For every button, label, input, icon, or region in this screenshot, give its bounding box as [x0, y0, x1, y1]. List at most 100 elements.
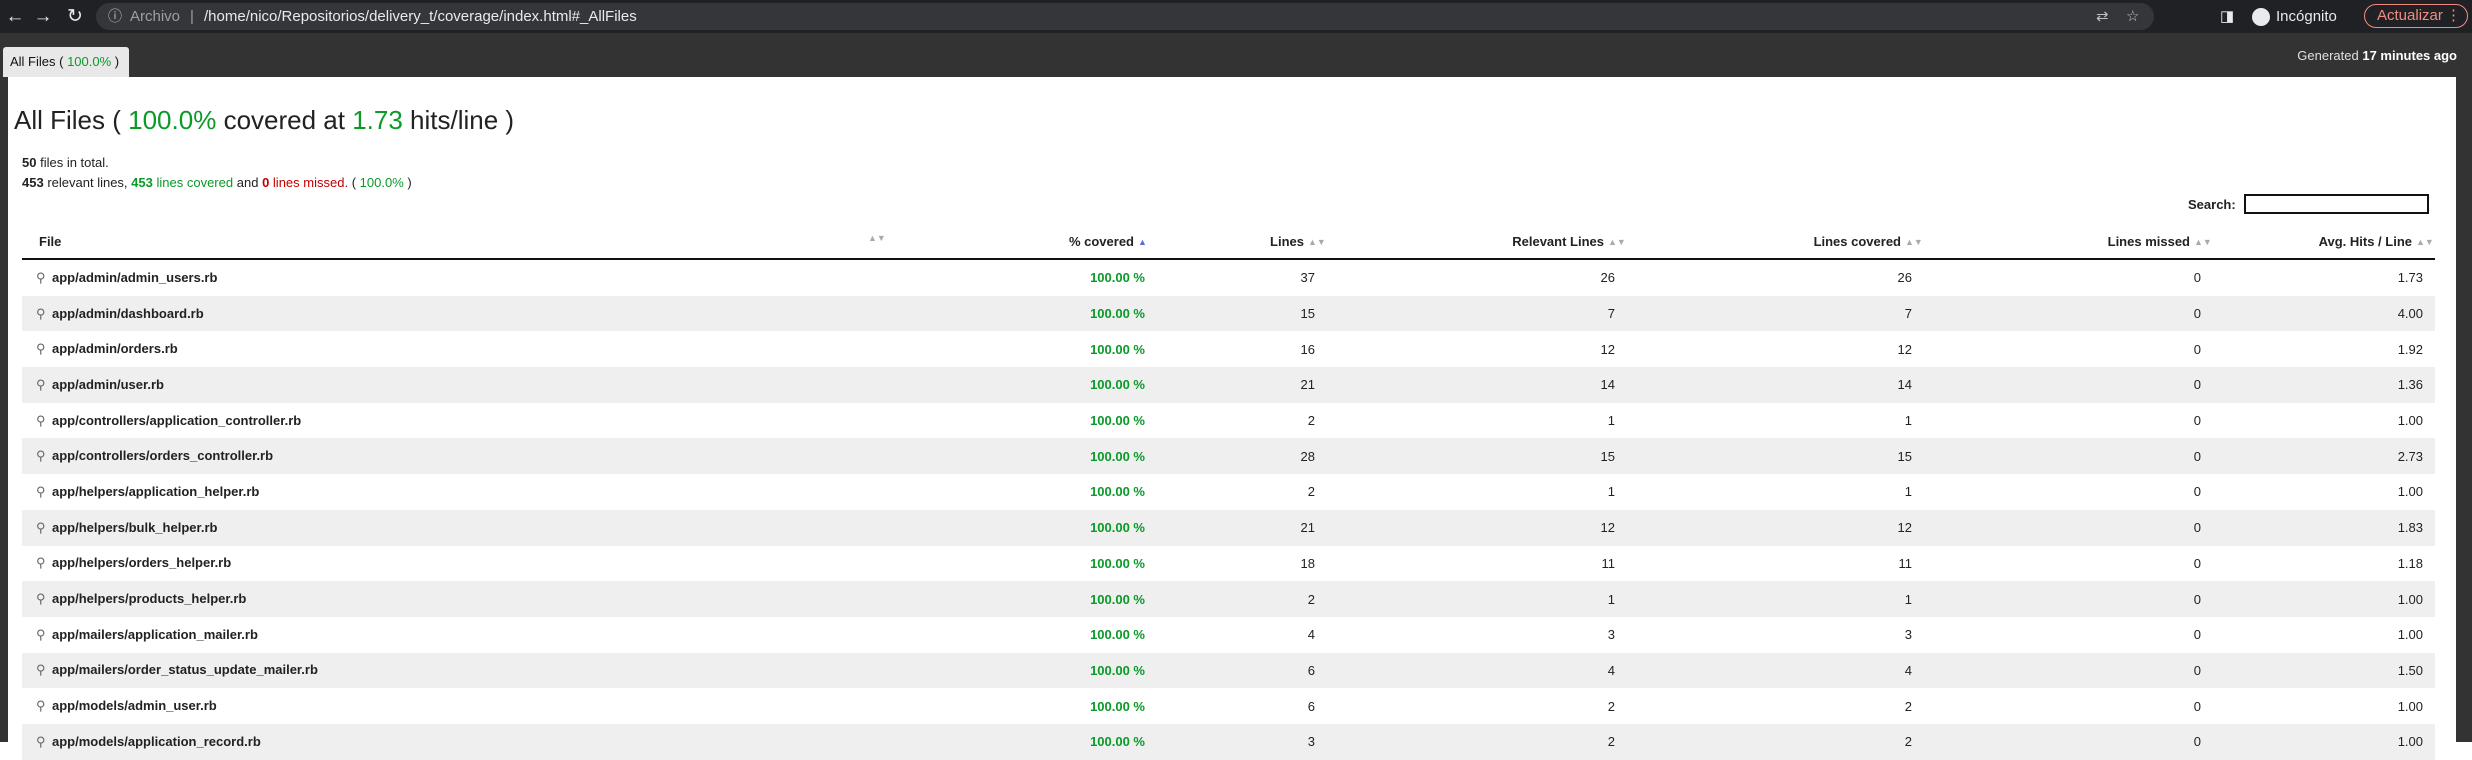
covered-text: lines covered	[156, 175, 234, 190]
covered-cell: 100.00 %	[1090, 413, 1145, 429]
column-header-lines[interactable]: Lines ▲▼	[1157, 224, 1327, 260]
file-link[interactable]: app/mailers/application_mailer.rb	[52, 627, 258, 642]
magnifier-icon: ⚲	[36, 626, 46, 642]
file-link[interactable]: app/controllers/orders_controller.rb	[52, 448, 273, 463]
summary-percent: 100.0%	[359, 175, 404, 190]
file-cell[interactable]: ⚲ app/mailers/order_status_update_mailer.…	[22, 652, 877, 689]
file-cell[interactable]: ⚲ app/admin/admin_users.rb	[22, 259, 877, 296]
table-row: ⚲ app/controllers/application_controller.…	[22, 403, 2435, 439]
file-cell[interactable]: ⚲ app/helpers/bulk_helper.rb	[22, 509, 877, 546]
site-info-icon[interactable]: ⓘ	[108, 3, 122, 30]
update-button[interactable]: Actualizar ⋮	[2364, 4, 2468, 28]
magnifier-icon: ⚲	[36, 591, 46, 607]
table-row: ⚲ app/admin/admin_users.rb 100.00 % 37 26 26 0…	[22, 259, 2435, 296]
file-link[interactable]: app/helpers/products_helper.rb	[52, 591, 246, 606]
lines-cell: 16	[1300, 341, 1315, 357]
file-cell[interactable]: ⚲ app/helpers/orders_helper.rb	[22, 546, 877, 582]
table-header-row: File ▲▼ % covered ▲ Lines ▲▼ Relevant Line…	[22, 224, 2435, 260]
magnifier-icon: ⚲	[36, 269, 46, 285]
magnifier-icon: ⚲	[36, 448, 46, 464]
lines-covered-cell: 3	[1904, 627, 1912, 643]
left-frame	[0, 77, 8, 742]
avg-hits-cell: 1.36	[2213, 367, 2435, 403]
search-input[interactable]	[2244, 194, 2429, 214]
lines-missed-cell: 0	[1924, 367, 2213, 403]
lines-covered-cell: 7	[1627, 295, 1924, 332]
file-cell[interactable]: ⚲ app/helpers/products_helper.rb	[22, 581, 877, 617]
magnifier-icon: ⚲	[36, 519, 46, 535]
covered-cell: 100.00 %	[1090, 270, 1145, 286]
avg-hits-cell: 2.73	[2213, 438, 2435, 475]
coverage-tab-bar: All Files ( 100.0% )	[0, 33, 2472, 77]
side-panel-icon[interactable]: ◨	[2220, 0, 2234, 33]
translate-icon[interactable]: ⇄	[2096, 3, 2109, 30]
file-link[interactable]: app/models/application_record.rb	[52, 734, 261, 749]
lines-covered-cell: 14	[1627, 367, 1924, 403]
missed-count: 0	[262, 175, 270, 190]
column-header-lines-covered[interactable]: Lines covered ▲▼	[1627, 224, 1924, 260]
lines-cell: 4	[1307, 627, 1315, 643]
title-covered-percent: 100.0%	[128, 105, 217, 135]
address-bar[interactable]: ⓘ Archivo | /home/nico/Repositorios/deli…	[96, 3, 2154, 30]
relevant-count: 453	[22, 175, 44, 190]
avg-hits-cell: 1.00	[2397, 698, 2423, 714]
lines-covered-cell: 1	[1904, 484, 1912, 500]
file-link[interactable]: app/admin/admin_users.rb	[52, 270, 217, 285]
file-link[interactable]: app/admin/user.rb	[52, 377, 164, 392]
lines-cell: 21	[1157, 367, 1327, 403]
column-header-avg-hits[interactable]: Avg. Hits / Line ▲▼	[2213, 224, 2435, 260]
file-cell[interactable]: ⚲ app/admin/dashboard.rb	[22, 295, 877, 332]
file-link[interactable]: app/models/admin_user.rb	[52, 698, 217, 713]
generated-ago: 17 minutes ago	[2362, 48, 2457, 63]
magnifier-icon: ⚲	[36, 555, 46, 571]
bookmark-star-icon[interactable]: ☆	[2126, 3, 2139, 30]
lines-covered-cell: 2	[1904, 698, 1912, 714]
file-link[interactable]: app/admin/dashboard.rb	[52, 306, 204, 321]
browser-menu-icon[interactable]: ⋮	[2446, 5, 2461, 27]
magnifier-icon: ⚲	[36, 376, 46, 392]
table-row: ⚲ app/helpers/products_helper.rb 100.00 % 2…	[22, 581, 2435, 617]
lines-covered-cell: 1	[1904, 413, 1912, 429]
lines-cell: 15	[1157, 295, 1327, 332]
column-header-lines-missed[interactable]: Lines missed ▲▼	[1924, 224, 2213, 260]
avg-hits-cell: 1.00	[2397, 484, 2423, 500]
relevant-cell: 1	[1607, 484, 1615, 500]
lines-cell: 28	[1157, 438, 1327, 475]
file-link[interactable]: app/helpers/orders_helper.rb	[52, 555, 231, 570]
covered-cell: 100.00 %	[1090, 555, 1145, 571]
file-cell[interactable]: ⚲ app/admin/orders.rb	[22, 331, 877, 367]
and-text: and	[236, 175, 259, 190]
tab-all-files[interactable]: All Files ( 100.0% )	[3, 47, 129, 77]
column-header-relevant-label: Relevant Lines	[1512, 233, 1604, 249]
file-cell[interactable]: ⚲ app/mailers/application_mailer.rb	[22, 617, 877, 653]
lines-covered-cell: 12	[1897, 341, 1912, 357]
title-prefix: All Files (	[14, 105, 121, 135]
table-row: ⚲ app/helpers/bulk_helper.rb 100.00 % 21 12 1…	[22, 509, 2435, 546]
forward-icon[interactable]: →	[28, 0, 58, 33]
file-link[interactable]: app/helpers/bulk_helper.rb	[52, 520, 217, 535]
reload-icon[interactable]: ↻	[60, 0, 90, 33]
file-link[interactable]: app/helpers/application_helper.rb	[52, 484, 259, 499]
file-link[interactable]: app/admin/orders.rb	[52, 341, 178, 356]
column-header-relevant[interactable]: Relevant Lines ▲▼	[1327, 224, 1627, 260]
file-link[interactable]: app/mailers/order_status_update_mailer.r…	[52, 662, 318, 677]
column-header-covered[interactable]: % covered ▲	[877, 224, 1157, 260]
file-cell[interactable]: ⚲ app/models/admin_user.rb	[22, 688, 877, 724]
back-icon[interactable]: ←	[0, 0, 30, 33]
lines-missed-cell: 0	[2193, 627, 2201, 643]
column-header-file[interactable]: File ▲▼	[22, 224, 886, 260]
file-cell[interactable]: ⚲ app/controllers/orders_controller.rb	[22, 438, 877, 475]
relevant-cell: 14	[1327, 367, 1627, 403]
magnifier-icon: ⚲	[36, 305, 46, 321]
file-cell[interactable]: ⚲ app/admin/user.rb	[22, 367, 877, 403]
lines-cell: 6	[1157, 652, 1327, 689]
covered-cell: 100.00 %	[1090, 341, 1145, 357]
file-cell[interactable]: ⚲ app/controllers/application_controller.…	[22, 403, 877, 439]
lines-missed-cell: 0	[2193, 413, 2201, 429]
file-link[interactable]: app/controllers/application_controller.r…	[52, 413, 301, 428]
url-text[interactable]: /home/nico/Repositorios/delivery_t/cover…	[204, 3, 637, 30]
lines-cell: 6	[1307, 698, 1315, 714]
scheme-label: Archivo	[130, 8, 181, 25]
lines-missed-cell: 0	[1924, 509, 2213, 546]
file-cell[interactable]: ⚲ app/helpers/application_helper.rb	[22, 474, 877, 510]
